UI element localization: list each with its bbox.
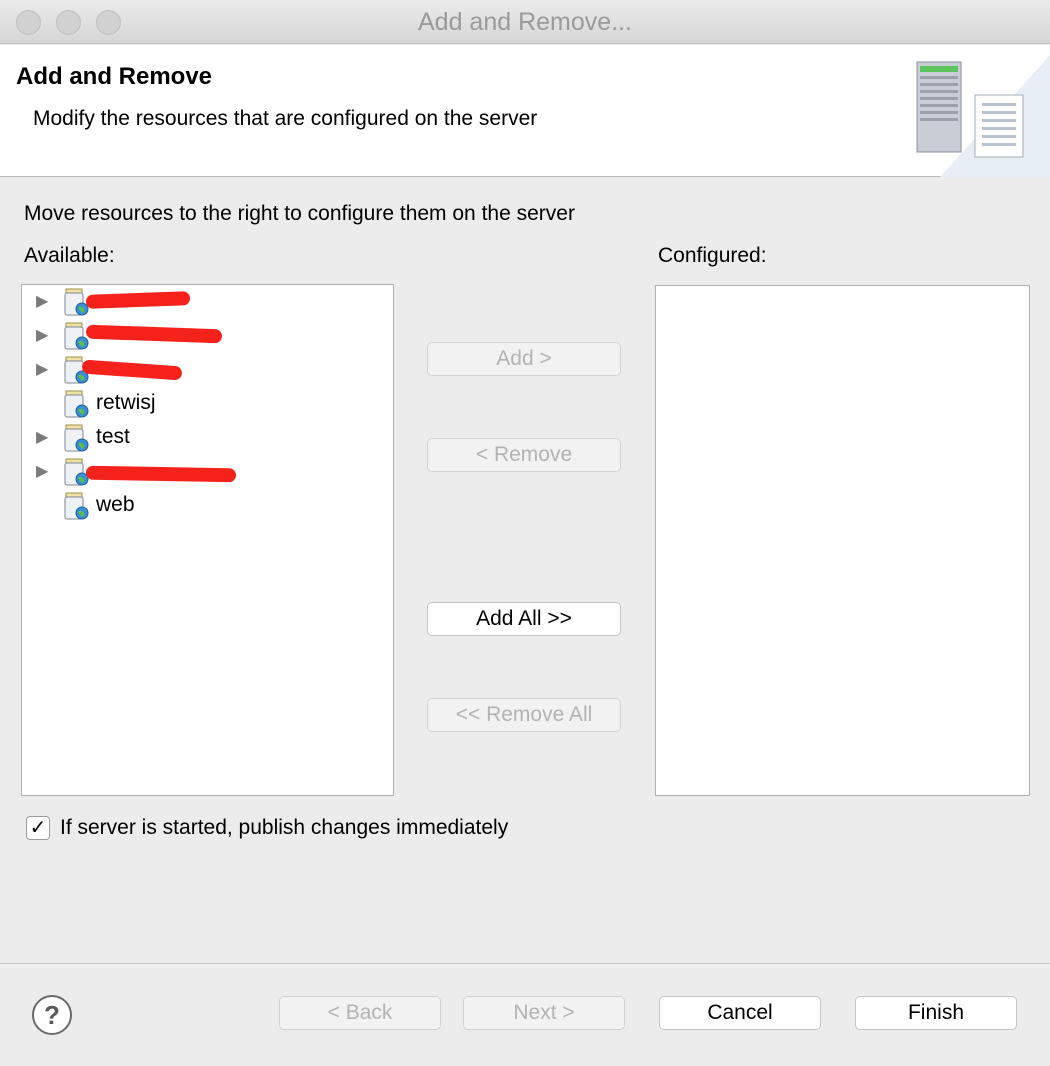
publish-checkbox[interactable]: ✓ bbox=[26, 816, 50, 840]
help-icon[interactable]: ? bbox=[32, 995, 72, 1035]
available-label: Available: bbox=[24, 244, 115, 267]
expand-arrow-icon[interactable]: ▶ bbox=[36, 461, 48, 481]
tree-item[interactable]: web bbox=[22, 489, 393, 523]
publish-checkbox-label: If server is started, publish changes im… bbox=[60, 816, 509, 839]
configured-label: Configured: bbox=[658, 244, 767, 267]
web-project-icon bbox=[64, 424, 89, 452]
tree-item[interactable]: retwisj bbox=[22, 387, 393, 421]
instruction-text: Move resources to the right to configure… bbox=[24, 202, 575, 225]
next-button[interactable]: Next > bbox=[463, 996, 625, 1030]
add-button[interactable]: Add > bbox=[427, 342, 621, 376]
expand-arrow-icon[interactable]: ▶ bbox=[36, 291, 48, 311]
expand-arrow-icon[interactable]: ▶ bbox=[36, 427, 48, 447]
tree-item-label: test bbox=[96, 425, 130, 448]
finish-button[interactable]: Finish bbox=[855, 996, 1017, 1030]
web-project-icon bbox=[64, 390, 89, 418]
remove-all-button[interactable]: << Remove All bbox=[427, 698, 621, 732]
tree-item-label: retwisj bbox=[96, 391, 156, 414]
window-title: Add and Remove... bbox=[417, 8, 632, 36]
configured-list[interactable] bbox=[655, 285, 1030, 796]
add-all-button[interactable]: Add All >> bbox=[427, 602, 621, 636]
expand-arrow-icon[interactable]: ▶ bbox=[36, 359, 48, 379]
expand-arrow-icon[interactable]: ▶ bbox=[36, 325, 48, 345]
window-titlebar: Add and Remove... bbox=[0, 0, 1050, 44]
web-project-icon bbox=[64, 492, 89, 520]
remove-button[interactable]: < Remove bbox=[427, 438, 621, 472]
redaction-mark bbox=[85, 291, 191, 309]
tree-item[interactable]: ▶ test bbox=[22, 421, 393, 455]
footer-separator bbox=[0, 963, 1050, 964]
tree-item[interactable]: ▶ bbox=[22, 285, 393, 319]
wizard-banner: Add and Remove Modify the resources that… bbox=[0, 45, 1050, 177]
tree-item[interactable]: ▶ bbox=[22, 353, 393, 387]
back-button[interactable]: < Back bbox=[279, 996, 441, 1030]
redaction-mark bbox=[85, 465, 237, 483]
page-description: Modify the resources that are configured… bbox=[33, 107, 538, 130]
redaction-mark bbox=[81, 359, 183, 381]
server-icon bbox=[916, 55, 1050, 177]
page-title: Add and Remove bbox=[16, 63, 213, 90]
redaction-mark bbox=[85, 324, 223, 344]
available-list[interactable]: ▶ ▶ ▶ retwisj ▶ test ▶ web bbox=[21, 284, 394, 796]
cancel-button[interactable]: Cancel bbox=[659, 996, 821, 1030]
tree-item-label: web bbox=[96, 493, 135, 516]
tree-item[interactable]: ▶ bbox=[22, 319, 393, 353]
tree-item[interactable]: ▶ bbox=[22, 455, 393, 489]
